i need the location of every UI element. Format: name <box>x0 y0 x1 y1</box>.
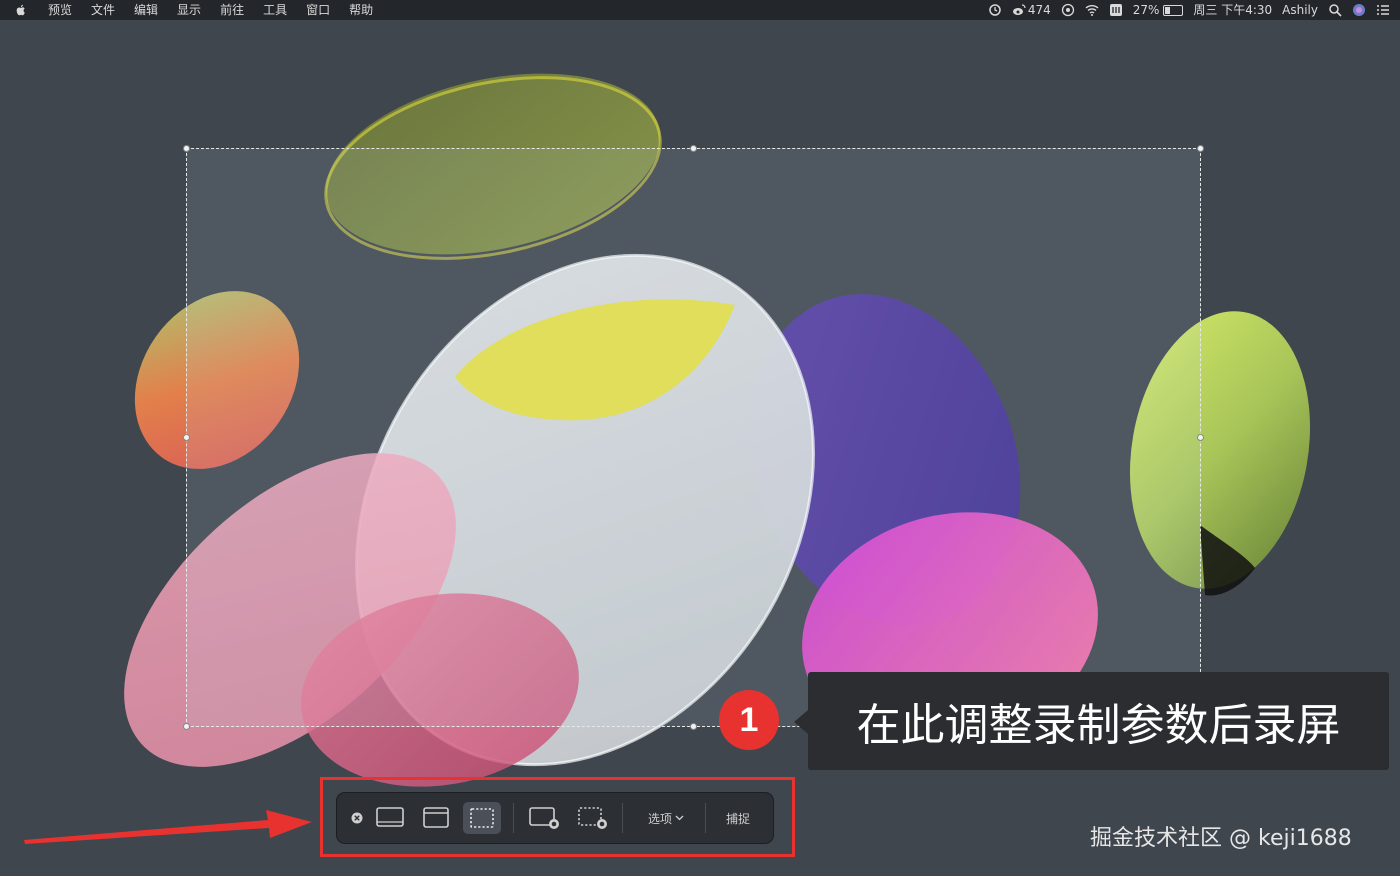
battery-status[interactable]: 27% <box>1133 0 1184 20</box>
selection-icon <box>470 808 494 828</box>
resize-handle-middle-right[interactable] <box>1197 434 1204 441</box>
capture-entire-screen-button[interactable] <box>371 802 409 834</box>
cloud-icon[interactable] <box>1061 3 1075 17</box>
menu-preview[interactable]: 预览 <box>48 0 72 20</box>
callout-text: 在此调整录制参数后录屏 <box>856 700 1341 751</box>
menu-bar: 预览 文件 编辑 显示 前往 工具 窗口 帮助 474 27% 周三 下午4:3… <box>0 0 1400 20</box>
weibo-icon <box>1012 4 1026 15</box>
resize-handle-top-left[interactable] <box>183 145 190 152</box>
callout-pointer <box>794 710 808 734</box>
weibo-status[interactable]: 474 <box>1012 0 1051 20</box>
options-label: 选项 <box>647 811 672 826</box>
toolbar-separator <box>622 803 623 833</box>
record-selected-portion-button[interactable] <box>573 802 613 834</box>
options-dropdown[interactable]: 选项 <box>635 802 697 834</box>
step-number-badge: 1 <box>719 690 779 750</box>
watermark: 掘金技术社区 @ keji1688 <box>1090 826 1352 851</box>
siri-icon[interactable] <box>1352 3 1366 17</box>
input-method-icon[interactable] <box>1109 3 1123 17</box>
callout-box: 在此调整录制参数后录屏 <box>808 672 1389 770</box>
capture-window-button[interactable] <box>417 802 455 834</box>
capture-selected-portion-button[interactable] <box>463 802 501 834</box>
resize-handle-bottom-middle[interactable] <box>690 723 697 730</box>
resize-handle-bottom-left[interactable] <box>183 723 190 730</box>
wifi-icon[interactable] <box>1085 3 1099 17</box>
close-icon <box>351 812 363 824</box>
spotlight-search-icon[interactable] <box>1328 3 1342 17</box>
clock[interactable]: 周三 下午4:30 <box>1193 0 1272 20</box>
record-screen-icon <box>529 807 559 829</box>
resize-handle-top-right[interactable] <box>1197 145 1204 152</box>
screenshot-toolbar: 选项 捕捉 <box>337 793 773 843</box>
close-toolbar-button[interactable] <box>345 802 369 834</box>
menu-help[interactable]: 帮助 <box>349 0 373 20</box>
menu-tools[interactable]: 工具 <box>263 0 287 20</box>
menu-window[interactable]: 窗口 <box>306 0 330 20</box>
menu-view[interactable]: 显示 <box>177 0 201 20</box>
notification-center-icon[interactable] <box>1376 3 1390 17</box>
weibo-count: 474 <box>1027 3 1051 17</box>
chevron-down-icon <box>675 815 684 821</box>
capture-selection-area[interactable] <box>183 145 1204 730</box>
menu-edit[interactable]: 编辑 <box>134 0 158 20</box>
red-arrow-annotation <box>24 810 312 844</box>
capture-label: 捕捉 <box>725 811 750 826</box>
menu-go[interactable]: 前往 <box>220 0 244 20</box>
window-icon <box>423 807 449 828</box>
record-entire-screen-button[interactable] <box>525 802 565 834</box>
sync-icon[interactable] <box>988 3 1002 17</box>
apple-icon[interactable] <box>14 3 28 17</box>
menu-file[interactable]: 文件 <box>91 0 115 20</box>
resize-handle-middle-left[interactable] <box>183 434 190 441</box>
toolbar-separator <box>705 803 706 833</box>
capture-button[interactable]: 捕捉 <box>715 802 761 834</box>
record-selection-icon <box>578 807 607 829</box>
resize-handle-top-middle[interactable] <box>690 145 697 152</box>
entire-screen-icon <box>376 807 404 827</box>
user-name[interactable]: Ashily <box>1282 0 1318 20</box>
battery-icon <box>1163 4 1184 16</box>
battery-percent: 27% <box>1132 3 1160 17</box>
toolbar-separator <box>513 803 514 833</box>
